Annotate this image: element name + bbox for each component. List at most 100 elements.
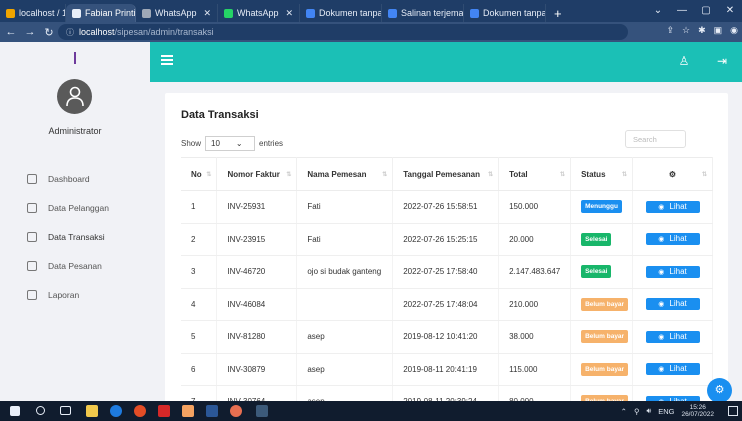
tray-overflow-icon[interactable]: ⌃ <box>621 407 627 416</box>
cell-no: 6 <box>181 353 218 386</box>
clock[interactable]: 15:26 26/07/2022 <box>681 404 714 418</box>
cell-status: Belum bayar <box>570 353 634 386</box>
column-header[interactable]: Nama Pemesan ⇅ <box>296 157 394 191</box>
browser-tab[interactable]: WhatsApp ✕ <box>218 4 300 22</box>
column-header[interactable]: Nomor Faktur ⇅ <box>216 157 298 191</box>
share-icon[interactable]: ⇪ <box>666 25 674 36</box>
bookmark-star-icon[interactable]: ☆ <box>682 25 690 36</box>
view-button-label: Lihat <box>669 266 687 276</box>
browser-tab[interactable]: WhatsApp ✕ <box>136 4 218 22</box>
cell-action: ◉ Lihat <box>632 255 713 289</box>
avatar <box>57 79 92 114</box>
table-header-row: No ⇅ Nomor Faktur ⇅ Nama Pemesan ⇅ Tanggal Pem… <box>181 157 713 191</box>
media-player-icon[interactable] <box>158 405 170 417</box>
sidebar-item-data-pelanggan[interactable]: Data Pelanggan <box>0 193 150 222</box>
search-icon[interactable] <box>36 406 45 415</box>
brand-mark <box>74 52 76 64</box>
file-explorer-icon[interactable] <box>86 405 98 417</box>
profile-icon[interactable]: ◉ <box>730 25 738 36</box>
windows-taskbar: ⌃ ⚲ 🔊︎ ENG 15:26 26/07/2022 <box>0 401 742 421</box>
sort-icon[interactable]: ⇅ <box>560 171 565 178</box>
volume-icon[interactable]: 🔊︎ <box>646 406 651 416</box>
column-header[interactable]: Tanggal Pemesanan ⇅ <box>392 157 500 191</box>
chrome-icon[interactable] <box>134 405 146 417</box>
cell-total: 150.000 <box>498 190 572 224</box>
sidebar-item-data-transaksi[interactable]: Data Transaksi <box>0 222 150 251</box>
browser-tab[interactable]: Fabian Printing✕ <box>66 4 136 22</box>
tab-favicon-icon <box>224 8 233 18</box>
language-indicator[interactable]: ENG <box>658 407 674 416</box>
tab-close-icon[interactable]: ✕ <box>197 8 211 19</box>
view-button[interactable]: ◉ Lihat <box>645 265 700 278</box>
sidebar-item-data-pesanan[interactable]: Data Pesanan <box>0 251 150 280</box>
view-button[interactable]: ◉ Lihat <box>645 330 700 343</box>
column-header[interactable]: Status ⇅ <box>570 157 634 191</box>
view-button-label: Lihat <box>669 201 687 211</box>
user-profile-icon[interactable]: ♙ <box>677 54 691 68</box>
notification-icon[interactable] <box>728 406 738 416</box>
chrome-window-icon[interactable] <box>230 405 242 417</box>
cell-faktur: INV-25931 <box>216 190 298 224</box>
search-input[interactable]: Search <box>625 130 686 148</box>
column-header-label: Total <box>509 169 528 179</box>
column-header-label: ⚙ <box>668 169 677 179</box>
tab-search-icon[interactable]: ⌄ <box>646 5 670 16</box>
status-badge: Belum bayar <box>581 297 629 311</box>
sort-icon[interactable]: ⇅ <box>382 171 387 178</box>
sort-icon[interactable]: ⇅ <box>206 171 211 178</box>
column-header[interactable]: No ⇅ <box>181 157 218 191</box>
task-view-icon[interactable] <box>60 406 71 415</box>
minimize-button[interactable]: — <box>670 5 694 16</box>
table-body: 1 INV-25931 Fati 2022-07-26 15:58:51 150.000… <box>181 190 713 419</box>
back-icon[interactable]: ← <box>3 26 19 38</box>
cell-no: 2 <box>181 223 218 256</box>
column-header[interactable]: ⚙ ⇅ <box>632 157 713 191</box>
view-button[interactable]: ◉ Lihat <box>645 298 700 311</box>
tab-favicon-icon <box>72 8 81 18</box>
view-button[interactable]: ◉ Lihat <box>645 233 700 246</box>
view-button[interactable]: ◉ Lihat <box>645 200 700 213</box>
sidebar-item-label: Laporan <box>48 289 80 300</box>
settings-fab-button[interactable]: ⚙ <box>707 378 732 403</box>
sidepanel-icon[interactable]: ▣ <box>714 25 723 36</box>
column-header-label: Status <box>581 169 606 179</box>
sort-icon[interactable]: ⇅ <box>488 171 493 178</box>
windows-start-icon[interactable] <box>10 406 20 416</box>
cell-total: 210.000 <box>498 288 572 321</box>
forward-icon[interactable]: → <box>22 26 38 38</box>
sort-icon[interactable]: ⇅ <box>286 171 291 178</box>
close-window-button[interactable]: ✕ <box>718 5 742 16</box>
terminal-icon[interactable] <box>256 405 268 417</box>
extensions-icon[interactable]: ✱ <box>698 25 706 36</box>
dashboard-icon <box>27 173 37 184</box>
hamburger-menu-icon[interactable] <box>161 55 173 65</box>
edge-icon[interactable] <box>110 405 122 417</box>
illustrator-icon[interactable] <box>182 405 194 417</box>
network-icon[interactable]: ⚲ <box>634 407 640 416</box>
cell-no: 1 <box>181 190 218 224</box>
tab-close-icon[interactable]: ✕ <box>279 8 293 19</box>
browser-tab[interactable]: Salinan terjemah✕ <box>382 4 464 22</box>
table-row: 1 INV-25931 Fati 2022-07-26 15:58:51 150.000… <box>181 190 713 224</box>
sort-icon[interactable]: ⇅ <box>702 171 707 178</box>
reload-icon[interactable]: ↻ <box>41 26 57 39</box>
cell-faktur: INV-81280 <box>216 320 298 354</box>
browser-tab[interactable]: Dokumen tanpa✕ <box>464 4 546 22</box>
sidebar-item-laporan[interactable]: Laporan <box>0 280 150 309</box>
maximize-button[interactable]: ▢ <box>694 5 718 16</box>
word-icon[interactable] <box>206 405 218 417</box>
column-header[interactable]: Total ⇅ <box>498 157 572 191</box>
sort-icon[interactable]: ⇅ <box>622 171 627 178</box>
cell-total: 20.000 <box>498 223 572 256</box>
entries-select[interactable]: 10 ⌄ <box>205 136 256 151</box>
new-tab-button[interactable]: + <box>546 4 570 22</box>
browser-tab[interactable]: localhost / 127.0✕ <box>0 4 66 22</box>
tab-favicon-icon <box>306 8 315 18</box>
site-info-icon[interactable]: ⓘ <box>66 27 74 38</box>
browser-tab[interactable]: Dokumen tanpa✕ <box>300 4 382 22</box>
logout-icon[interactable]: ⇥ <box>715 54 729 68</box>
url-field[interactable]: ⓘ localhost/sipesan/admin/transaksi <box>58 24 628 40</box>
view-button[interactable]: ◉ Lihat <box>645 363 700 376</box>
sidebar-item-label: Data Transaksi <box>48 231 105 242</box>
sidebar-item-dashboard[interactable]: Dashboard <box>0 164 150 193</box>
